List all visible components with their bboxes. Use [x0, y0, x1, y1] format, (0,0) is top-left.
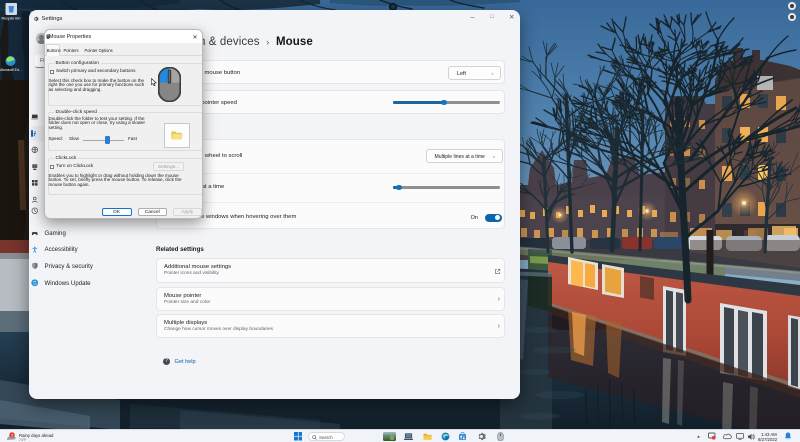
svg-text:Recycle Bin: Recycle Bin [2, 17, 21, 21]
svg-text:Microsoft Ed...: Microsoft Ed... [0, 68, 22, 72]
